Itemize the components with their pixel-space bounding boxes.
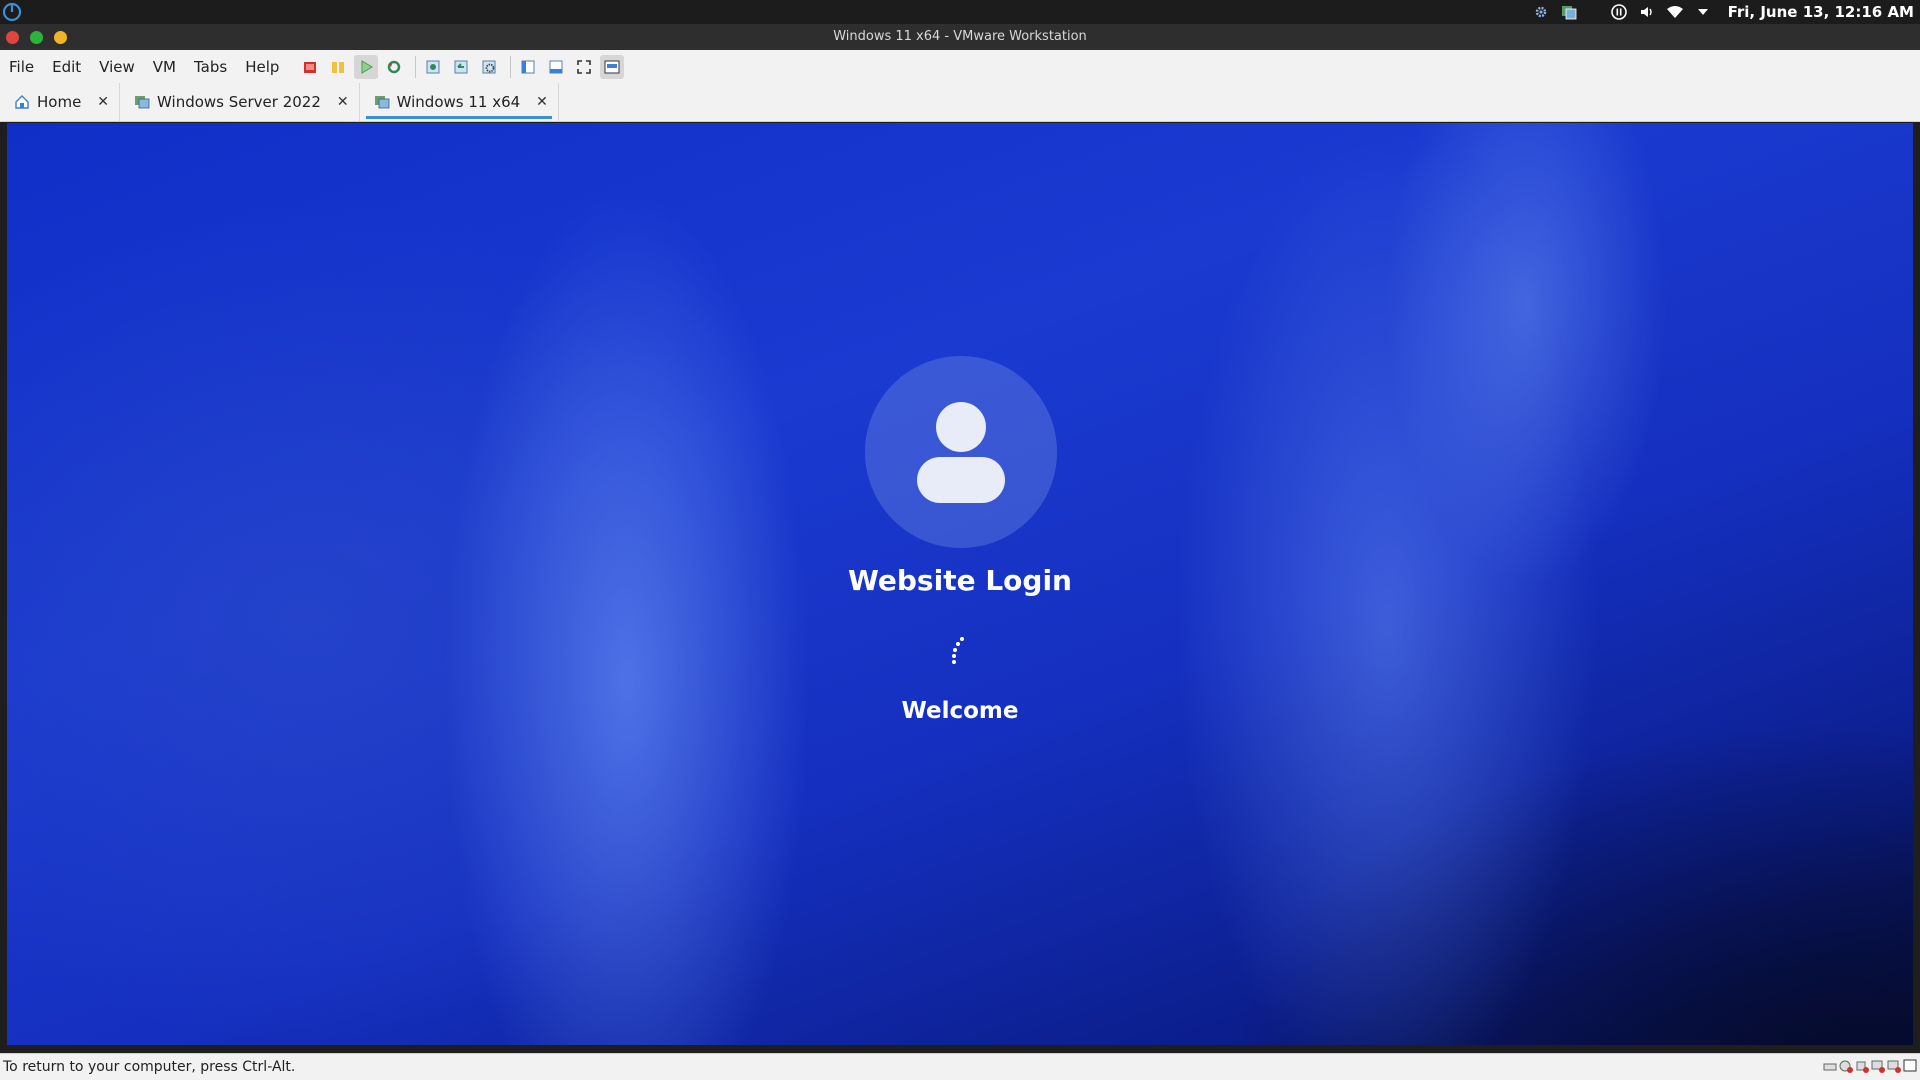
menu-view[interactable]: View bbox=[90, 58, 144, 76]
tab-label: Windows 11 x64 bbox=[396, 93, 521, 111]
tab-windows-server-2022[interactable]: Windows Server 2022 ✕ bbox=[120, 83, 360, 121]
usb-icon[interactable] bbox=[1870, 1058, 1886, 1074]
snapshot-icon[interactable] bbox=[421, 55, 445, 79]
minimize-window-button[interactable] bbox=[54, 31, 67, 44]
toolbar bbox=[298, 55, 628, 79]
tab-bar: Home ✕ Windows Server 2022 ✕ Windows 11 … bbox=[0, 83, 1920, 122]
display-icon[interactable] bbox=[1902, 1058, 1918, 1074]
menu-vm[interactable]: VM bbox=[144, 58, 185, 76]
settings-icon[interactable] bbox=[1530, 0, 1552, 24]
close-tab-icon[interactable]: ✕ bbox=[337, 94, 349, 110]
hard-disk-icon[interactable] bbox=[1822, 1058, 1838, 1074]
maximize-window-button[interactable] bbox=[30, 31, 43, 44]
system-panel: Fri, June 13, 12:16 AM bbox=[0, 0, 1920, 24]
menu-help[interactable]: Help bbox=[236, 58, 288, 76]
system-tray: Fri, June 13, 12:16 AM bbox=[1524, 0, 1920, 24]
fullscreen-icon[interactable] bbox=[572, 55, 596, 79]
play-icon[interactable] bbox=[354, 55, 379, 79]
cd-icon[interactable] bbox=[1838, 1058, 1854, 1074]
sound-icon[interactable] bbox=[1886, 1058, 1902, 1074]
power-off-icon[interactable] bbox=[298, 55, 322, 79]
window-title: Windows 11 x64 - VMware Workstation bbox=[833, 29, 1087, 44]
library-icon[interactable] bbox=[516, 55, 540, 79]
tab-windows-11-x64[interactable]: Windows 11 x64 ✕ bbox=[360, 83, 559, 121]
snapshot-manager-icon[interactable] bbox=[477, 55, 501, 79]
tab-label: Windows Server 2022 bbox=[157, 93, 321, 111]
close-tab-icon[interactable]: ✕ bbox=[536, 94, 548, 110]
close-tab-icon[interactable]: ✕ bbox=[97, 94, 109, 110]
tab-home[interactable]: Home ✕ bbox=[0, 83, 121, 121]
menu-tabs[interactable]: Tabs bbox=[185, 58, 236, 76]
home-icon bbox=[15, 95, 29, 109]
user-avatar bbox=[865, 356, 1057, 548]
window-controls bbox=[6, 31, 78, 44]
vm-icon bbox=[135, 96, 150, 109]
menu-bar: File Edit View VM Tabs Help bbox=[0, 50, 1920, 84]
dropdown-arrow-icon[interactable] bbox=[1692, 0, 1714, 24]
vm-display[interactable]: Website Login Welcome bbox=[7, 123, 1913, 1045]
window-titlebar[interactable]: Windows 11 x64 - VMware Workstation bbox=[0, 24, 1920, 50]
close-window-button[interactable] bbox=[6, 31, 19, 44]
loading-spinner-icon bbox=[952, 637, 964, 664]
reset-icon[interactable] bbox=[382, 55, 406, 79]
power-launcher-icon[interactable] bbox=[2, 2, 22, 22]
vmware-tray-icon[interactable] bbox=[1558, 0, 1580, 24]
status-message: To return to your computer, press Ctrl-A… bbox=[3, 1059, 296, 1075]
suspend-icon[interactable] bbox=[326, 55, 350, 79]
thumbnail-bar-icon[interactable] bbox=[544, 55, 568, 79]
user-icon bbox=[917, 402, 1005, 503]
wifi-icon[interactable] bbox=[1664, 0, 1686, 24]
toolbar-separator bbox=[415, 56, 417, 78]
login-status: Welcome bbox=[901, 698, 1019, 724]
status-bar: To return to your computer, press Ctrl-A… bbox=[0, 1053, 1920, 1080]
menu-edit[interactable]: Edit bbox=[43, 58, 90, 76]
pause-icon[interactable] bbox=[1608, 0, 1630, 24]
volume-icon[interactable] bbox=[1636, 0, 1658, 24]
toolbar-separator bbox=[510, 56, 512, 78]
vm-icon bbox=[374, 96, 390, 109]
clock[interactable]: Fri, June 13, 12:16 AM bbox=[1728, 3, 1914, 21]
unity-icon[interactable] bbox=[600, 55, 625, 79]
account-name: Website Login bbox=[848, 564, 1072, 597]
menu-file[interactable]: File bbox=[0, 58, 43, 76]
revert-snapshot-icon[interactable] bbox=[449, 55, 473, 79]
network-icon[interactable] bbox=[1854, 1058, 1870, 1074]
tab-label: Home bbox=[37, 93, 82, 111]
device-icons bbox=[1822, 1058, 1918, 1074]
